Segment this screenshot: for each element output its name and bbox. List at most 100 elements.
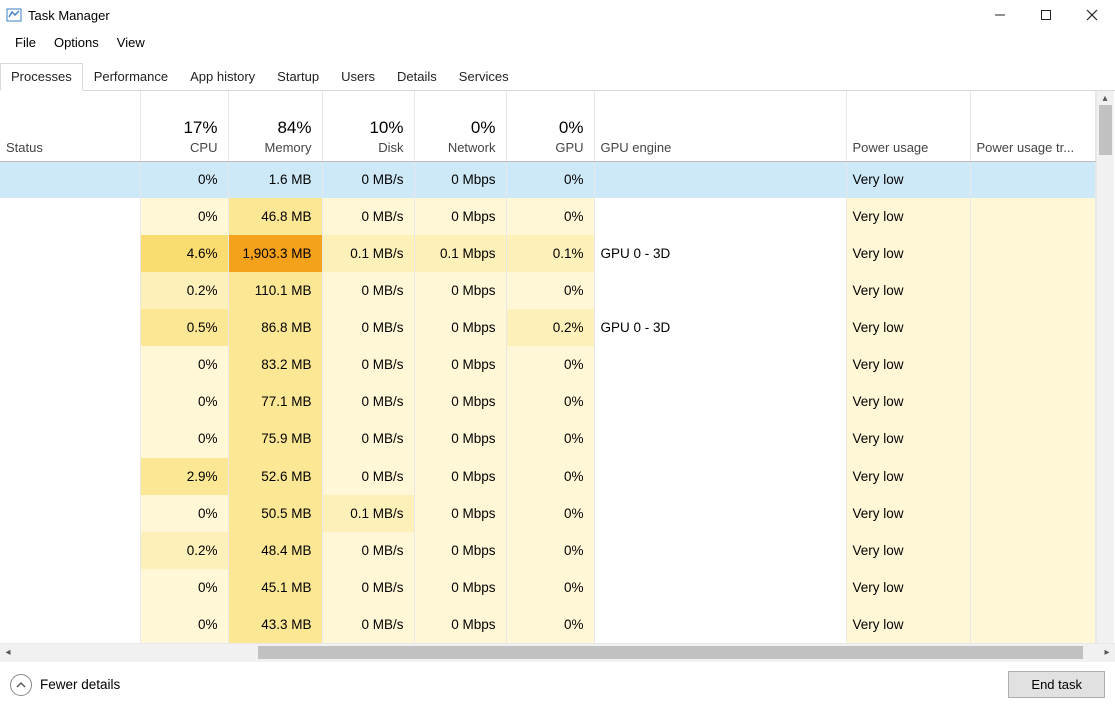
scroll-up-icon[interactable]: ▴ — [1097, 91, 1114, 105]
cell-memory: 110.1 MB — [228, 272, 322, 309]
cell-power-usage: Very low — [846, 606, 970, 643]
cell-disk: 0 MB/s — [322, 198, 414, 235]
cell-memory: 45.1 MB — [228, 569, 322, 606]
table-row[interactable]: 0%75.9 MB0 MB/s0 Mbps0%Very low — [0, 420, 1095, 457]
cell-power-trend — [970, 569, 1095, 606]
hscroll-thumb[interactable] — [258, 646, 1083, 659]
cell-power-trend — [970, 458, 1095, 495]
cell-memory: 46.8 MB — [228, 198, 322, 235]
cell-cpu: 0% — [140, 383, 228, 420]
col-gpu[interactable]: 0%GPU — [506, 91, 594, 161]
cell-gpu-engine: GPU 0 - 3D — [594, 235, 846, 272]
cell-memory: 75.9 MB — [228, 420, 322, 457]
col-memory[interactable]: 84%Memory — [228, 91, 322, 161]
cell-status — [0, 532, 140, 569]
table-row[interactable]: 2.9%52.6 MB0 MB/s0 Mbps0%Very low — [0, 458, 1095, 495]
table-row[interactable]: 0%83.2 MB0 MB/s0 Mbps0%Very low — [0, 346, 1095, 383]
cell-cpu: 2.9% — [140, 458, 228, 495]
cell-status — [0, 161, 140, 198]
tab-users[interactable]: Users — [330, 63, 386, 91]
cell-status — [0, 235, 140, 272]
vertical-scrollbar[interactable]: ▴ — [1096, 91, 1114, 643]
cell-gpu: 0% — [506, 346, 594, 383]
cell-status — [0, 420, 140, 457]
tab-services[interactable]: Services — [448, 63, 520, 91]
cell-memory: 83.2 MB — [228, 346, 322, 383]
cell-cpu: 0.2% — [140, 532, 228, 569]
col-network[interactable]: 0%Network — [414, 91, 506, 161]
cell-power-trend — [970, 532, 1095, 569]
scroll-right-icon[interactable]: ▸ — [1099, 647, 1115, 658]
cell-cpu: 0.2% — [140, 272, 228, 309]
cell-network: 0.1 Mbps — [414, 235, 506, 272]
cell-power-trend — [970, 235, 1095, 272]
maximize-button[interactable] — [1023, 0, 1069, 30]
cell-gpu-engine — [594, 346, 846, 383]
cell-network: 0 Mbps — [414, 569, 506, 606]
cell-power-usage: Very low — [846, 272, 970, 309]
scrollbar-thumb[interactable] — [1099, 105, 1112, 155]
cell-power-usage: Very low — [846, 383, 970, 420]
cell-gpu: 0% — [506, 606, 594, 643]
col-power-usage[interactable]: Power usage — [846, 91, 970, 161]
menu-options[interactable]: Options — [45, 33, 108, 52]
cell-cpu: 0% — [140, 606, 228, 643]
tab-app-history[interactable]: App history — [179, 63, 266, 91]
cell-status — [0, 569, 140, 606]
menu-view[interactable]: View — [108, 33, 154, 52]
cell-power-trend — [970, 495, 1095, 532]
end-task-button[interactable]: End task — [1008, 671, 1105, 698]
cell-network: 0 Mbps — [414, 272, 506, 309]
cell-gpu-engine — [594, 161, 846, 198]
titlebar: Task Manager — [0, 0, 1115, 30]
menu-file[interactable]: File — [6, 33, 45, 52]
cell-power-usage: Very low — [846, 346, 970, 383]
tab-performance[interactable]: Performance — [83, 63, 179, 91]
table-row[interactable]: 0%77.1 MB0 MB/s0 Mbps0%Very low — [0, 383, 1095, 420]
col-cpu[interactable]: 17%CPU — [140, 91, 228, 161]
close-button[interactable] — [1069, 0, 1115, 30]
cell-network: 0 Mbps — [414, 383, 506, 420]
cell-cpu: 0% — [140, 420, 228, 457]
cell-gpu: 0% — [506, 383, 594, 420]
minimize-button[interactable] — [977, 0, 1023, 30]
cell-power-trend — [970, 198, 1095, 235]
table-row[interactable]: 0.2%110.1 MB0 MB/s0 Mbps0%Very low — [0, 272, 1095, 309]
cell-power-usage: Very low — [846, 420, 970, 457]
table-row[interactable]: 0%46.8 MB0 MB/s0 Mbps0%Very low — [0, 198, 1095, 235]
fewer-details-button[interactable]: Fewer details — [10, 674, 120, 696]
cell-disk: 0.1 MB/s — [322, 235, 414, 272]
cell-memory: 1.6 MB — [228, 161, 322, 198]
tab-startup[interactable]: Startup — [266, 63, 330, 91]
cell-power-trend — [970, 161, 1095, 198]
tab-details[interactable]: Details — [386, 63, 448, 91]
table-row[interactable]: 0%50.5 MB0.1 MB/s0 Mbps0%Very low — [0, 495, 1095, 532]
cell-memory: 52.6 MB — [228, 458, 322, 495]
table-row[interactable]: 0%1.6 MB0 MB/s0 Mbps0%Very low — [0, 161, 1095, 198]
table-row[interactable]: 0%43.3 MB0 MB/s0 Mbps0%Very low — [0, 606, 1095, 643]
cell-network: 0 Mbps — [414, 198, 506, 235]
col-power-trend[interactable]: Power usage tr... — [970, 91, 1095, 161]
cell-memory: 43.3 MB — [228, 606, 322, 643]
table-row[interactable]: 0%45.1 MB0 MB/s0 Mbps0%Very low — [0, 569, 1095, 606]
table-row[interactable]: 4.6%1,903.3 MB0.1 MB/s0.1 Mbps0.1%GPU 0 … — [0, 235, 1095, 272]
scroll-left-icon[interactable]: ◂ — [0, 647, 16, 658]
cell-memory: 86.8 MB — [228, 309, 322, 346]
col-status[interactable]: Status — [0, 91, 140, 161]
cell-memory: 48.4 MB — [228, 532, 322, 569]
cell-network: 0 Mbps — [414, 495, 506, 532]
table-row[interactable]: 0.2%48.4 MB0 MB/s0 Mbps0%Very low — [0, 532, 1095, 569]
cell-power-trend — [970, 420, 1095, 457]
cell-gpu-engine — [594, 458, 846, 495]
cell-power-trend — [970, 606, 1095, 643]
cell-cpu: 4.6% — [140, 235, 228, 272]
fewer-details-label: Fewer details — [40, 677, 120, 692]
tab-processes[interactable]: Processes — [0, 63, 83, 91]
table-row[interactable]: 0.5%86.8 MB0 MB/s0 Mbps0.2%GPU 0 - 3DVer… — [0, 309, 1095, 346]
col-disk[interactable]: 10%Disk — [322, 91, 414, 161]
horizontal-scrollbar[interactable]: ◂ ▸ — [0, 643, 1115, 661]
cell-gpu: 0.1% — [506, 235, 594, 272]
cell-gpu-engine: GPU 0 - 3D — [594, 309, 846, 346]
col-gpu-engine[interactable]: GPU engine — [594, 91, 846, 161]
cell-gpu: 0% — [506, 495, 594, 532]
